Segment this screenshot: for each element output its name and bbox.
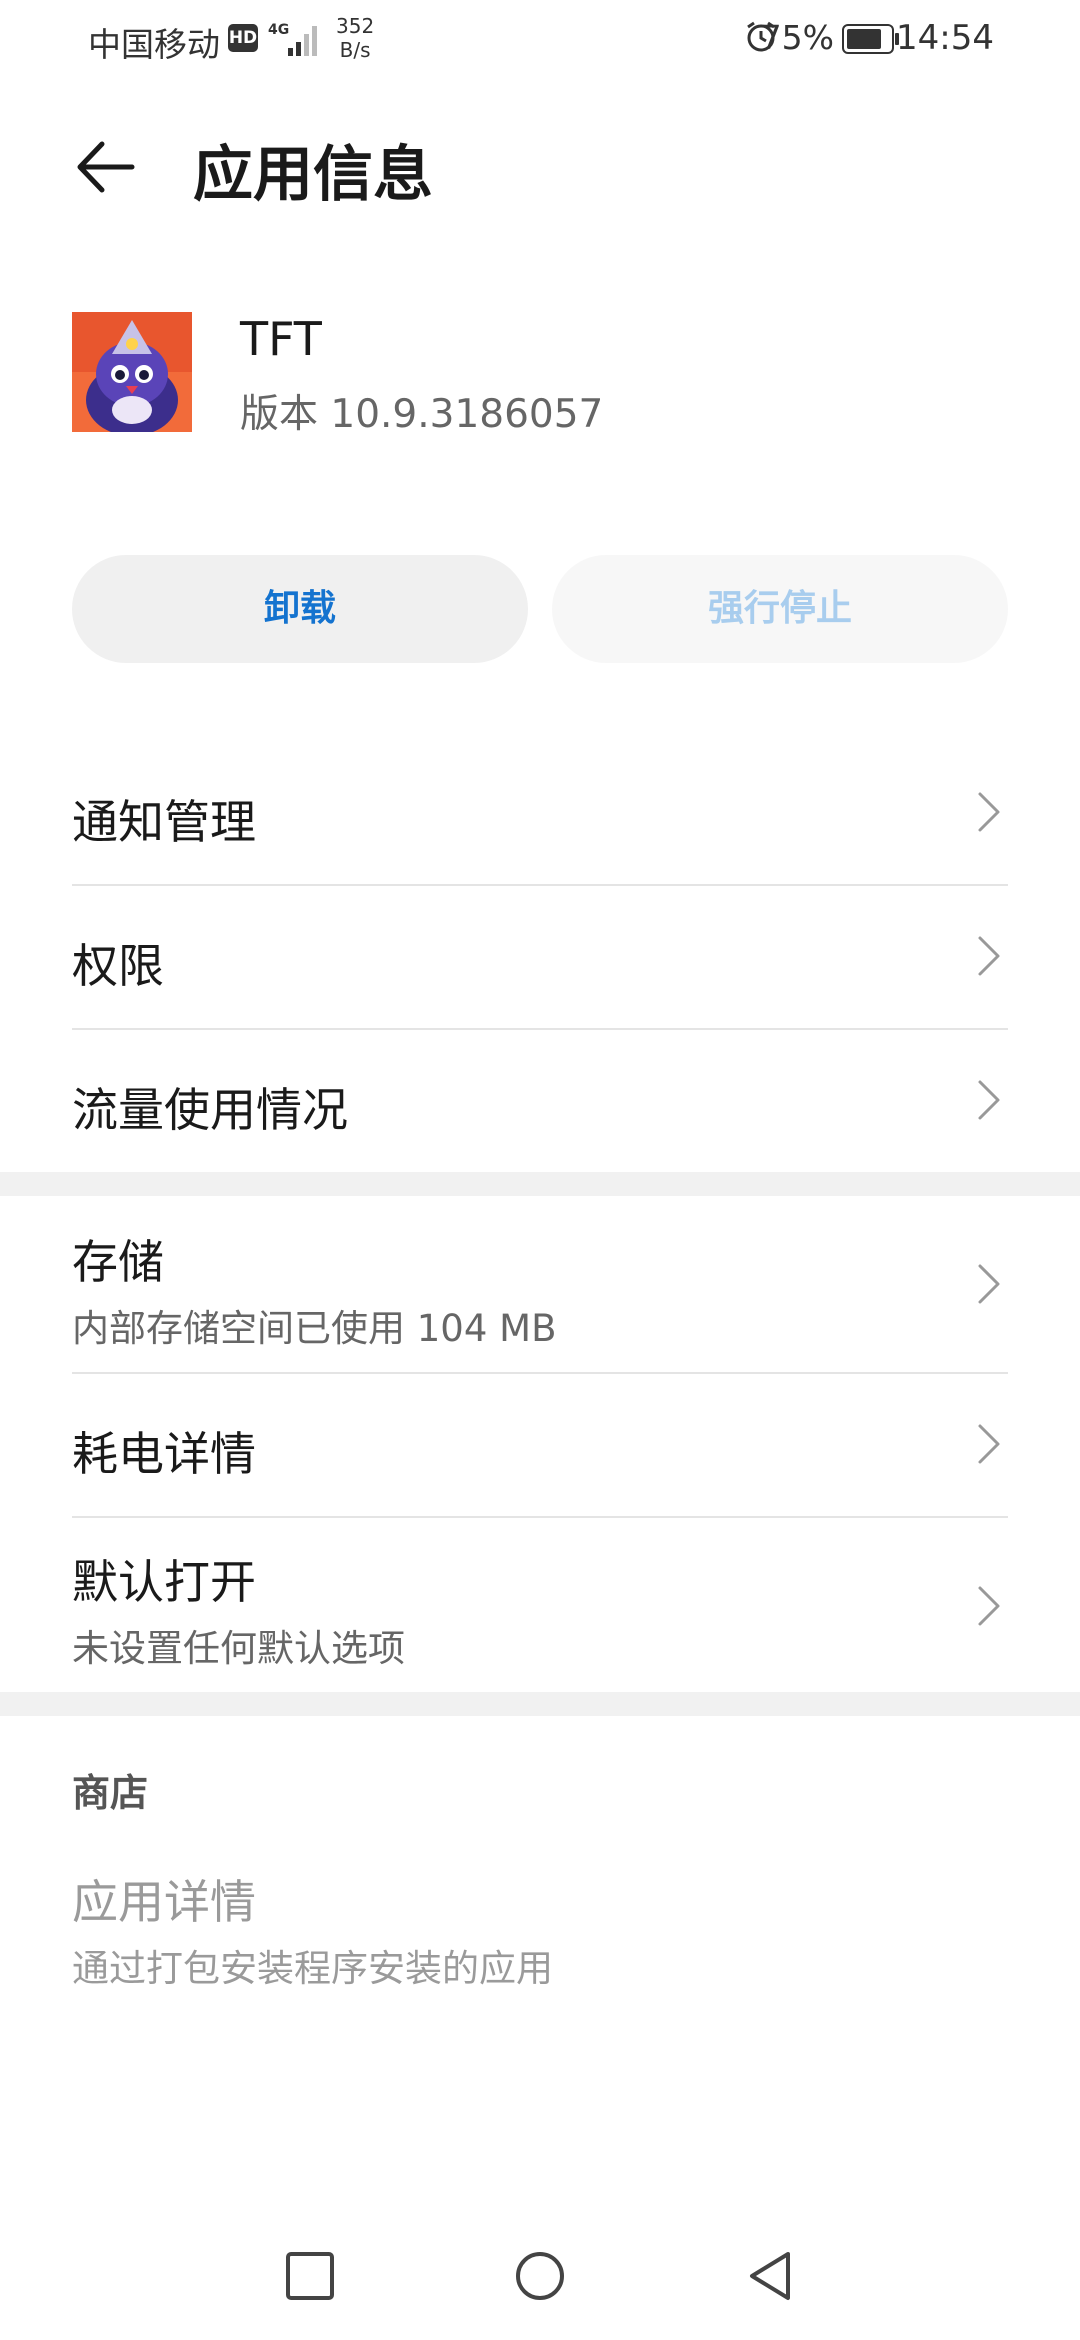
square-icon (286, 2252, 334, 2300)
settings-item-label: 通知管理 (72, 795, 256, 849)
chevron-right-icon (978, 1264, 1000, 1304)
settings-item-label: 耗电详情 (72, 1427, 256, 1481)
settings-item-permissions[interactable]: 权限 (0, 886, 1080, 1028)
settings-item-label: 默认打开 (72, 1555, 256, 1609)
chevron-right-icon (978, 936, 1000, 976)
signal-icon: 4G (268, 18, 328, 64)
settings-item-sublabel: 内部存储空间已使用 104 MB (72, 1307, 557, 1350)
force-stop-button[interactable]: 强行停止 (552, 555, 1008, 663)
section-separator (0, 1692, 1080, 1716)
store-app-details-label: 应用详情 (72, 1875, 256, 1929)
app-version: 版本 10.9.3186057 (240, 392, 604, 437)
back-button[interactable] (744, 2250, 796, 2306)
store-install-source: 通过打包安装程序安装的应用 (72, 1947, 553, 1990)
network-speed: 352 B/s (336, 14, 374, 62)
settings-item-label: 流量使用情况 (72, 1083, 348, 1137)
recent-apps-button[interactable] (284, 2250, 336, 2306)
settings-item-storage[interactable]: 存储 内部存储空间已使用 104 MB (0, 1196, 1080, 1372)
status-bar: 中国移动 HD 4G 352 B/s 75% 14:54 (0, 0, 1080, 84)
settings-item-battery[interactable]: 耗电详情 (0, 1374, 1080, 1516)
settings-item-label: 权限 (72, 939, 164, 993)
settings-item-sublabel: 未设置任何默认选项 (72, 1627, 405, 1670)
uninstall-button[interactable]: 卸载 (72, 555, 528, 663)
clock-time: 14:54 (896, 18, 994, 58)
circle-icon (516, 2252, 564, 2300)
app-icon (72, 312, 192, 436)
battery-icon (842, 24, 900, 58)
speed-value: 352 (336, 14, 375, 38)
settings-item-data-usage[interactable]: 流量使用情况 (0, 1030, 1080, 1172)
chevron-right-icon (978, 1586, 1000, 1626)
chevron-right-icon (978, 792, 1000, 832)
settings-item-notifications[interactable]: 通知管理 (0, 740, 1080, 884)
battery-percent: 75% (760, 18, 834, 57)
settings-item-default-open[interactable]: 默认打开 未设置任何默认选项 (0, 1518, 1080, 1692)
section-header-store: 商店 (72, 1771, 149, 1815)
triangle-back-icon (750, 2252, 790, 2300)
carrier-name: 中国移动 (88, 25, 220, 64)
chevron-right-icon (978, 1080, 1000, 1120)
hd-badge: HD (228, 24, 258, 52)
app-name: TFT (240, 312, 322, 366)
chevron-right-icon (978, 1424, 1000, 1464)
section-separator (0, 1172, 1080, 1196)
network-type-label: 4G (268, 22, 289, 38)
page-title: 应用信息 (193, 140, 433, 210)
home-button[interactable] (514, 2250, 566, 2306)
settings-item-label: 存储 (72, 1235, 164, 1289)
back-arrow-icon[interactable] (72, 134, 138, 200)
speed-unit: B/s (339, 38, 371, 62)
